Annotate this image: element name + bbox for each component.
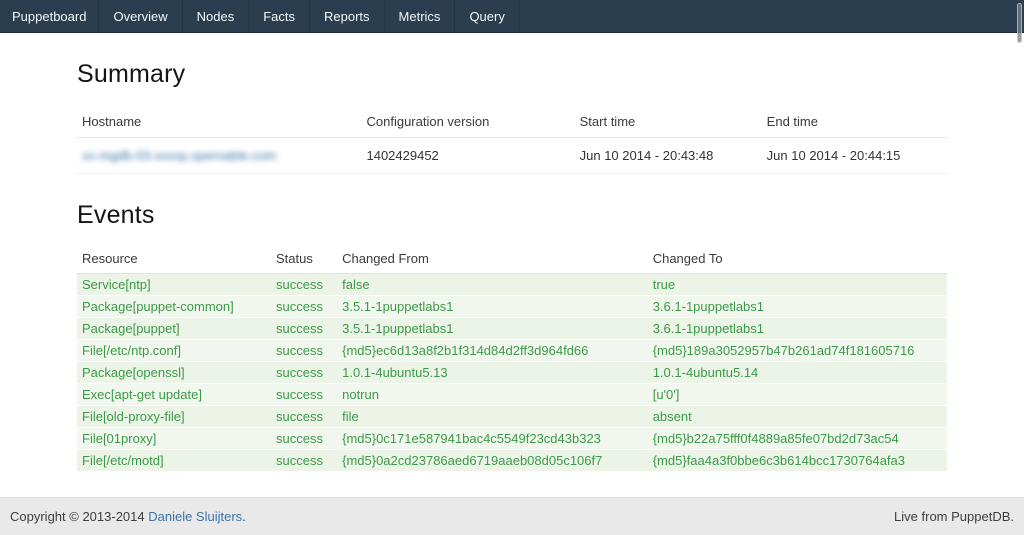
nav-item-query[interactable]: Query bbox=[455, 0, 519, 32]
table-row: Package[puppet-common]success3.5.1-1pupp… bbox=[77, 296, 947, 318]
cell-resource: File[old-proxy-file] bbox=[77, 406, 271, 428]
cell-resource: File[/etc/ntp.conf] bbox=[77, 340, 271, 362]
summary-header-configver: Configuration version bbox=[361, 105, 574, 138]
events-header-changedfrom: Changed From bbox=[337, 244, 648, 274]
cell-resource: Service[ntp] bbox=[77, 274, 271, 296]
events-header-status: Status bbox=[271, 244, 337, 274]
cell-changed_to: {md5}189a3052957b47b261ad74f181605716 bbox=[648, 340, 947, 362]
events-heading: Events bbox=[77, 201, 947, 230]
nav-item-overview[interactable]: Overview bbox=[99, 0, 182, 32]
cell-resource: Package[puppet] bbox=[77, 318, 271, 340]
cell-changed_to: 1.0.1-4ubuntu5.14 bbox=[648, 362, 947, 384]
cell-status: success bbox=[271, 406, 337, 428]
summary-row: xx-mgdb-03.xxxxp.xpernable.com 140242945… bbox=[77, 138, 947, 174]
cell-status: success bbox=[271, 296, 337, 318]
cell-changed_from: false bbox=[337, 274, 648, 296]
cell-status: success bbox=[271, 428, 337, 450]
table-row: File[old-proxy-file]successfileabsent bbox=[77, 406, 947, 428]
nav-item-metrics[interactable]: Metrics bbox=[385, 0, 456, 32]
nav-item-reports[interactable]: Reports bbox=[310, 0, 385, 32]
cell-status: success bbox=[271, 362, 337, 384]
cell-changed_from: notrun bbox=[337, 384, 648, 406]
cell-changed_from: file bbox=[337, 406, 648, 428]
cell-changed_from: 1.0.1-4ubuntu5.13 bbox=[337, 362, 648, 384]
footer: Copyright © 2013-2014 Daniele Sluijters.… bbox=[0, 497, 1024, 535]
copyright-suffix: . bbox=[242, 509, 246, 524]
navbar-brand[interactable]: Puppetboard bbox=[0, 0, 99, 32]
nav-item-facts[interactable]: Facts bbox=[249, 0, 310, 32]
cell-status: success bbox=[271, 274, 337, 296]
summary-table: Hostname Configuration version Start tim… bbox=[77, 105, 947, 174]
cell-status: success bbox=[271, 384, 337, 406]
puppetdb-status-text: Live from PuppetDB. bbox=[894, 509, 1014, 524]
summary-heading: Summary bbox=[77, 60, 947, 89]
summary-header-hostname: Hostname bbox=[77, 105, 361, 138]
cell-status: success bbox=[271, 318, 337, 340]
navbar: Puppetboard Overview Nodes Facts Reports… bbox=[0, 0, 1024, 33]
events-header-changedto: Changed To bbox=[648, 244, 947, 274]
hostname-cell: xx-mgdb-03.xxxxp.xpernable.com bbox=[77, 138, 361, 174]
scrollbar-thumb[interactable] bbox=[1017, 3, 1022, 43]
table-row: File[01proxy]success{md5}0c171e587941bac… bbox=[77, 428, 947, 450]
cell-changed_to: {md5}b22a75fff0f4889a85fe07bd2d73ac54 bbox=[648, 428, 947, 450]
cell-resource: Package[puppet-common] bbox=[77, 296, 271, 318]
endtime-cell: Jun 10 2014 - 20:44:15 bbox=[762, 138, 947, 174]
hostname-link[interactable]: xx-mgdb-03.xxxxp.xpernable.com bbox=[82, 148, 276, 163]
table-row: Exec[apt-get update]successnotrun[u'0'] bbox=[77, 384, 947, 406]
nav-item-nodes[interactable]: Nodes bbox=[183, 0, 250, 32]
main-content: Summary Hostname Configuration version S… bbox=[77, 60, 947, 472]
copyright-prefix: Copyright © 2013-2014 bbox=[10, 509, 148, 524]
cell-changed_from: {md5}ec6d13a8f2b1f314d84d2ff3d964fd66 bbox=[337, 340, 648, 362]
cell-changed_from: {md5}0a2cd23786aed6719aaeb08d05c106f7 bbox=[337, 450, 648, 472]
starttime-cell: Jun 10 2014 - 20:43:48 bbox=[575, 138, 762, 174]
cell-changed_from: {md5}0c171e587941bac4c5549f23cd43b323 bbox=[337, 428, 648, 450]
cell-changed_to: true bbox=[648, 274, 947, 296]
table-row: Package[openssl]success1.0.1-4ubuntu5.13… bbox=[77, 362, 947, 384]
table-row: Package[puppet]success3.5.1-1puppetlabs1… bbox=[77, 318, 947, 340]
table-row: File[/etc/motd]success{md5}0a2cd23786aed… bbox=[77, 450, 947, 472]
table-row: File[/etc/ntp.conf]success{md5}ec6d13a8f… bbox=[77, 340, 947, 362]
cell-resource: File[/etc/motd] bbox=[77, 450, 271, 472]
cell-resource: File[01proxy] bbox=[77, 428, 271, 450]
cell-changed_to: [u'0'] bbox=[648, 384, 947, 406]
events-table: Resource Status Changed From Changed To … bbox=[77, 244, 947, 472]
author-link[interactable]: Daniele Sluijters bbox=[148, 509, 242, 524]
cell-changed_from: 3.5.1-1puppetlabs1 bbox=[337, 318, 648, 340]
cell-changed_from: 3.5.1-1puppetlabs1 bbox=[337, 296, 648, 318]
cell-resource: Exec[apt-get update] bbox=[77, 384, 271, 406]
summary-header-starttime: Start time bbox=[575, 105, 762, 138]
cell-changed_to: 3.6.1-1puppetlabs1 bbox=[648, 296, 947, 318]
table-row: Service[ntp]successfalsetrue bbox=[77, 274, 947, 296]
configver-cell: 1402429452 bbox=[361, 138, 574, 174]
cell-changed_to: 3.6.1-1puppetlabs1 bbox=[648, 318, 947, 340]
cell-changed_to: absent bbox=[648, 406, 947, 428]
cell-status: success bbox=[271, 450, 337, 472]
cell-status: success bbox=[271, 340, 337, 362]
cell-resource: Package[openssl] bbox=[77, 362, 271, 384]
summary-header-endtime: End time bbox=[762, 105, 947, 138]
copyright-text: Copyright © 2013-2014 Daniele Sluijters. bbox=[10, 509, 246, 524]
cell-changed_to: {md5}faa4a3f0bbe6c3b614bcc1730764afa3 bbox=[648, 450, 947, 472]
events-header-resource: Resource bbox=[77, 244, 271, 274]
